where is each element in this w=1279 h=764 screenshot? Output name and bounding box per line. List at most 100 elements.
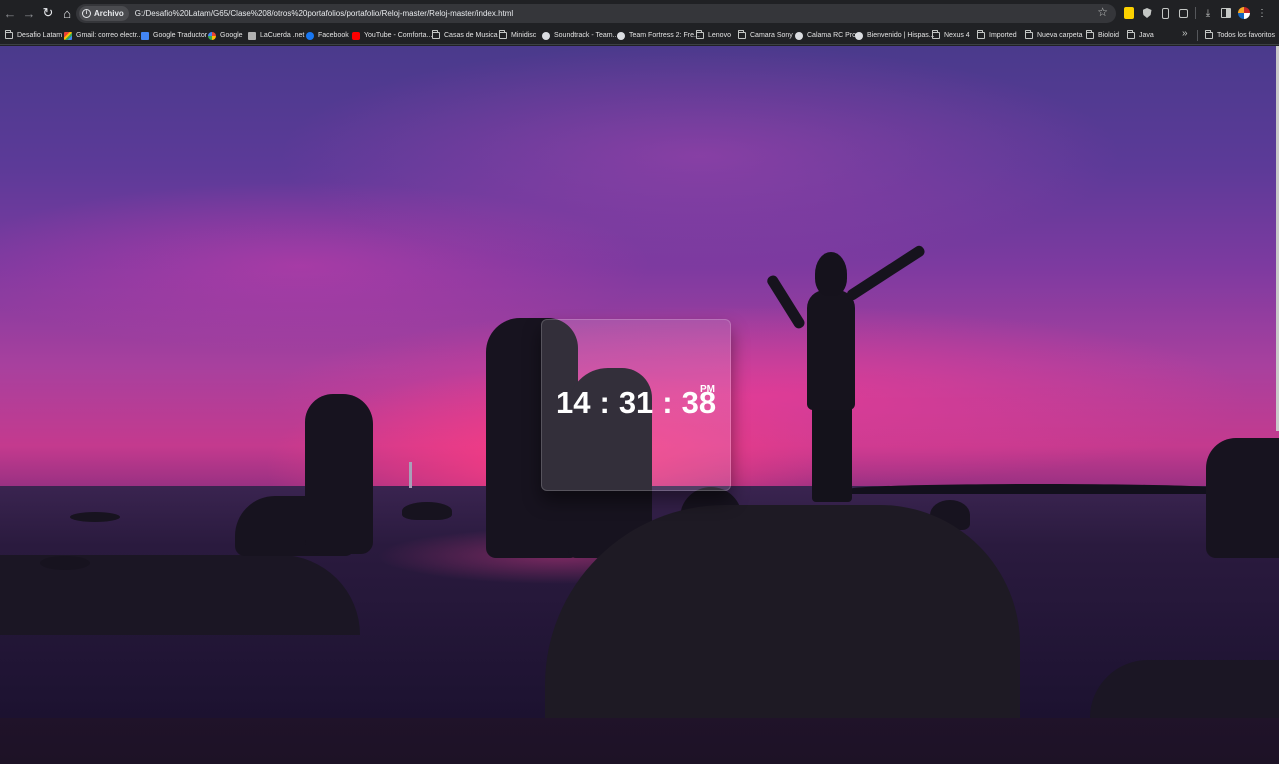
bookmark-item[interactable]: Google Traductor	[141, 26, 207, 45]
background-person-head	[815, 252, 847, 296]
bookmarks-divider	[1197, 30, 1198, 41]
background-sailboat	[409, 462, 412, 488]
bookmark-label: Nexus 4	[944, 32, 970, 39]
extension-yellow-icon[interactable]	[1120, 4, 1138, 22]
home-icon[interactable]: ⌂	[58, 4, 76, 22]
browser-toolbar: ← → ↻ ⌂ i Archivo G:/Desafio%20Latam/G65…	[0, 0, 1279, 26]
url-text[interactable]: G:/Desafio%20Latam/G65/Clase%208/otros%2…	[135, 9, 513, 18]
bookmark-item[interactable]: Bienvenido | Hispas...	[855, 26, 935, 45]
bookmark-item[interactable]: Java	[1127, 26, 1154, 45]
device-icon[interactable]	[1156, 4, 1174, 22]
globe-icon	[617, 31, 625, 40]
bookmark-item[interactable]: LaCuerda .net	[248, 26, 304, 45]
folder-icon	[432, 30, 440, 39]
bookmark-item[interactable]: Facebook	[306, 26, 349, 45]
digital-clock: 14 : 31 : 38	[556, 385, 716, 421]
bookmark-label: Lenovo	[708, 32, 731, 39]
folder-icon	[1127, 30, 1135, 39]
bookmark-label: Facebook	[318, 32, 349, 39]
background-horizon-land	[850, 484, 1230, 494]
menu-kebab-icon[interactable]: ⋮	[1253, 4, 1271, 22]
forward-icon[interactable]: →	[20, 4, 38, 22]
bookmark-label: Minidisc	[511, 32, 537, 39]
bookmark-label: Gmail: correo electr...	[76, 32, 143, 39]
clock-separator: :	[662, 385, 673, 420]
clock-hours: 14	[556, 385, 591, 420]
bookmark-label: Google	[220, 32, 243, 39]
clock-period: PM	[700, 384, 715, 395]
all-bookmarks-folder[interactable]: Todos los favoritos	[1205, 26, 1275, 45]
bookmark-label: Bioloid	[1098, 32, 1120, 39]
background-rock	[305, 394, 373, 554]
lacuerda-icon	[248, 31, 256, 40]
bookmark-item[interactable]: Desafio Latam	[5, 26, 62, 45]
site-info-chip[interactable]: i Archivo	[79, 6, 129, 21]
folder-icon	[1086, 30, 1094, 39]
bookmark-label: Casas de Musica	[444, 32, 498, 39]
extension-shield-icon[interactable]	[1138, 4, 1156, 22]
toolbar-divider	[1195, 7, 1196, 19]
folder-icon	[499, 30, 507, 39]
globe-icon	[855, 31, 863, 40]
background-person-silhouette	[807, 290, 855, 410]
google-icon	[208, 31, 216, 40]
gmail-icon	[64, 31, 72, 40]
bookmark-label: Soundtrack - Team...	[554, 32, 619, 39]
bookmark-star-icon[interactable]: ☆	[1097, 5, 1108, 19]
clock-separator: :	[599, 385, 610, 420]
folder-icon	[932, 30, 940, 39]
globe-icon	[795, 31, 803, 40]
bookmark-item[interactable]: Lenovo	[696, 26, 731, 45]
translate-icon	[141, 31, 149, 40]
bookmark-label: Google Traductor	[153, 32, 208, 39]
bookmark-item[interactable]: Soundtrack - Team...	[542, 26, 618, 45]
bookmarks-overflow-chevron-icon[interactable]: »	[1182, 28, 1188, 39]
bookmark-label: Java	[1139, 32, 1154, 39]
bookmark-item[interactable]: Nexus 4	[932, 26, 970, 45]
bookmark-label: Team Fortress 2: Fre...	[629, 32, 700, 39]
site-info-label: Archivo	[94, 9, 124, 18]
facebook-icon	[306, 31, 314, 40]
extensions-puzzle-icon[interactable]	[1174, 4, 1192, 22]
bookmark-item[interactable]: Minidisc	[499, 26, 536, 45]
bookmark-label: Calama RC Pro	[807, 32, 857, 39]
bookmark-item[interactable]: Nueva carpeta	[1025, 26, 1083, 45]
bookmark-item[interactable]: Bioloid	[1086, 26, 1119, 45]
folder-icon	[696, 30, 704, 39]
background-rock	[1090, 660, 1279, 718]
bookmark-item[interactable]: Google	[208, 26, 243, 45]
back-icon[interactable]: ←	[1, 4, 19, 22]
bookmark-item[interactable]: Camara Sony	[738, 26, 793, 45]
address-bar[interactable]: i Archivo G:/Desafio%20Latam/G65/Clase%2…	[76, 4, 1116, 23]
globe-icon	[542, 31, 550, 40]
bookmark-label: Camara Sony	[750, 32, 793, 39]
youtube-icon	[352, 31, 360, 40]
reload-icon[interactable]: ↻	[39, 4, 57, 22]
bookmark-label: YouTube - Comforta...	[364, 32, 433, 39]
bookmark-item[interactable]: Imported	[977, 26, 1017, 45]
bookmark-label: Imported	[989, 32, 1017, 39]
bookmark-item[interactable]: YouTube - Comforta...	[352, 26, 432, 45]
folder-icon	[1205, 30, 1213, 39]
background-rock	[1206, 438, 1279, 558]
all-bookmarks-label: Todos los favoritos	[1217, 32, 1275, 39]
bookmark-item[interactable]: Calama RC Pro	[795, 26, 856, 45]
bookmark-item[interactable]: Gmail: correo electr...	[64, 26, 143, 45]
side-panel-icon[interactable]	[1217, 4, 1235, 22]
background-rock	[402, 502, 452, 520]
bookmarks-bar: Desafio Latam Gmail: correo electr... Go…	[0, 26, 1279, 45]
download-icon[interactable]: ⤓	[1199, 4, 1217, 22]
folder-icon	[1025, 30, 1033, 39]
bookmark-label: Bienvenido | Hispas...	[867, 32, 935, 39]
folder-icon	[738, 30, 746, 39]
bookmark-label: Nueva carpeta	[1037, 32, 1083, 39]
bookmark-item[interactable]: Casas de Musica	[432, 26, 498, 45]
bookmark-label: Desafio Latam	[17, 32, 63, 39]
profile-avatar-icon[interactable]	[1235, 4, 1253, 22]
clock-minutes: 31	[618, 385, 654, 420]
bookmark-label: LaCuerda .net	[260, 32, 305, 39]
background-rock	[70, 512, 120, 522]
bookmark-item[interactable]: Team Fortress 2: Fre...	[617, 26, 700, 45]
folder-icon	[977, 30, 985, 39]
folder-icon	[5, 30, 13, 39]
